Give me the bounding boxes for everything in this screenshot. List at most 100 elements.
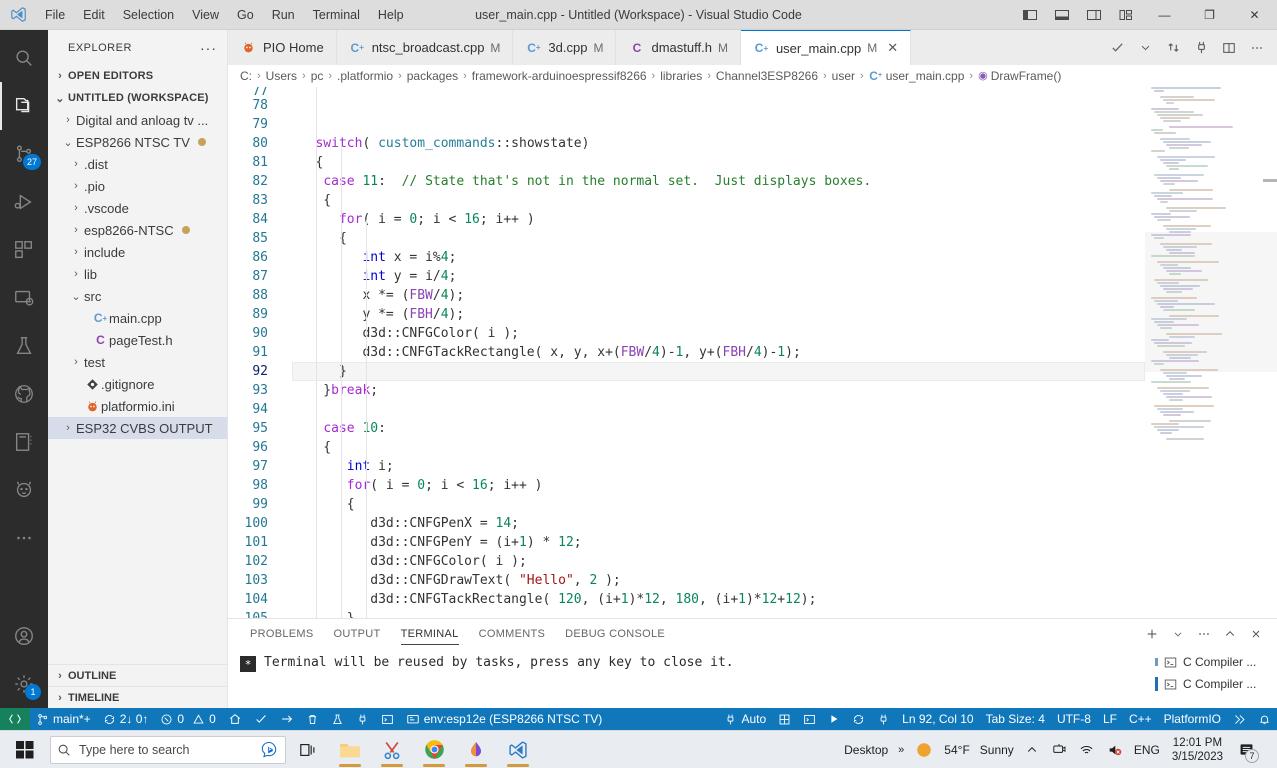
menu-file[interactable]: File	[36, 4, 74, 26]
start-icon[interactable]	[4, 731, 46, 768]
chevron-right-icon[interactable]: ›	[68, 268, 84, 280]
maximize-panel-icon[interactable]	[1217, 619, 1243, 649]
tree-item[interactable]: ›.pio	[48, 175, 227, 197]
menu-run[interactable]: Run	[263, 4, 304, 26]
explorer-icon[interactable]	[0, 82, 48, 130]
code-line[interactable]: d3d::CNFGTackRectangle( x, y, x+(FBW/4)-…	[292, 343, 1145, 362]
breadcrumb-item[interactable]: ◉DrawFrame()	[978, 69, 1061, 83]
status-pio-run[interactable]	[822, 708, 846, 730]
tree-item[interactable]: ›.dist	[48, 153, 227, 175]
accounts-icon[interactable]	[0, 612, 48, 660]
chevron-right-icon[interactable]: ›	[68, 158, 84, 170]
breadcrumb-item[interactable]: pc	[311, 69, 324, 83]
status-feedback[interactable]	[1227, 708, 1252, 730]
bing-icon[interactable]	[259, 740, 279, 760]
code-content[interactable]: switch( custom_commands::showstate) { ca…	[286, 87, 1145, 618]
code-line[interactable]: d3d::CNFGPenY = (i+1) * 12;	[292, 533, 1145, 552]
breadcrumb-item[interactable]: Channel3ESP8266	[716, 69, 818, 83]
panel-tab[interactable]: DEBUG CONSOLE	[555, 619, 675, 649]
menu-go[interactable]: Go	[228, 4, 263, 26]
github-icon[interactable]	[0, 370, 48, 418]
editor-tab[interactable]: Cdmastuff.hM	[616, 30, 740, 65]
upload-icon[interactable]	[1159, 30, 1187, 65]
code-line[interactable]: {	[292, 495, 1145, 514]
editor-tab[interactable]: C+ntsc_broadcast.cppM	[337, 30, 514, 65]
status-pio-terminal[interactable]	[797, 708, 822, 730]
section-open-editors[interactable]: › OPEN EDITORS	[48, 65, 227, 87]
status-branch[interactable]: main*+	[30, 708, 97, 730]
code-line[interactable]: }break;	[292, 381, 1145, 400]
chevron-right-icon[interactable]: ›	[60, 114, 76, 126]
wifi-icon[interactable]	[1074, 731, 1100, 768]
code-line[interactable]: int x = i%4;	[292, 248, 1145, 267]
code-line[interactable]: for( i = 0; i < 16; i++ )	[292, 476, 1145, 495]
breadcrumb-item[interactable]: framework-arduinoespressif8266	[472, 69, 647, 83]
terminal-list-item[interactable]: C Compiler ...	[1149, 651, 1277, 673]
panel-tab[interactable]: PROBLEMS	[240, 619, 324, 649]
status-eol[interactable]: LF	[1097, 708, 1123, 730]
status-pio-project-env[interactable]: env:esp12e (ESP8266 NTSC TV)	[400, 708, 609, 730]
breadcrumb-item[interactable]: Users	[266, 69, 297, 83]
source-control-icon[interactable]: 27	[0, 130, 48, 178]
toggle-secondary-sidebar-icon[interactable]	[1078, 0, 1110, 30]
manage-settings-icon[interactable]: 1	[0, 660, 48, 708]
weather-condition[interactable]: Sunny	[976, 743, 1018, 757]
code-line[interactable]: int i;	[292, 457, 1145, 476]
tree-item[interactable]: ›Digital and anloag tv ...	[48, 109, 227, 131]
section-timeline[interactable]: › TIMELINE	[48, 686, 227, 708]
code-line[interactable]: int y = i/4;	[292, 267, 1145, 286]
extensions-icon[interactable]	[0, 226, 48, 274]
serial-monitor-icon[interactable]	[1187, 30, 1215, 65]
show-hidden-icons-icon[interactable]	[1020, 731, 1044, 768]
tree-item[interactable]: ›ESP32 CVBS OUTPUT	[48, 417, 227, 439]
paint-icon[interactable]	[456, 731, 496, 768]
status-editor-position[interactable]: Ln 92, Col 10	[896, 708, 979, 730]
chevron-right-icon[interactable]: ›	[68, 356, 84, 368]
input-language[interactable]: ENG	[1130, 743, 1164, 757]
status-pio-home[interactable]	[222, 708, 248, 730]
code-line[interactable]: d3d::CNFGTackRectangle( 120, (i+1)*12, 1…	[292, 590, 1145, 609]
code-line[interactable]: {	[292, 153, 1145, 172]
maximize-button[interactable]: ❐	[1187, 0, 1232, 30]
chevron-right-icon[interactable]: ›	[68, 202, 84, 214]
breadcrumb-item[interactable]: user	[832, 69, 855, 83]
tree-item[interactable]: C+main.cpp	[48, 307, 227, 329]
status-platformio[interactable]: PlatformIO	[1158, 708, 1227, 730]
breadcrumb-item[interactable]: .platformio	[337, 69, 393, 83]
panel-more-actions-icon[interactable]	[1191, 619, 1217, 649]
breadcrumb-item[interactable]: libraries	[660, 69, 702, 83]
code-line[interactable]: switch( custom_commands::showstate)	[292, 134, 1145, 153]
status-pio-serial-monitor[interactable]	[350, 708, 375, 730]
menu-edit[interactable]: Edit	[74, 4, 114, 26]
status-language-mode[interactable]: C++	[1123, 708, 1158, 730]
section-outline[interactable]: › OUTLINE	[48, 664, 227, 686]
code-line[interactable]: y *= (FBH/4);	[292, 305, 1145, 324]
status-pio-serial-port[interactable]: Auto	[718, 708, 772, 730]
terminal-output[interactable]: * Terminal will be reused by tasks, pres…	[228, 649, 1149, 708]
run-and-debug-icon[interactable]	[0, 178, 48, 226]
tree-item[interactable]: ⌄ESP8266 NTSC TV	[48, 131, 227, 153]
panel-tab[interactable]: OUTPUT	[324, 619, 391, 649]
desktop-label[interactable]: Desktop	[840, 743, 892, 757]
snipping-tool-icon[interactable]	[372, 731, 412, 768]
code-line[interactable]	[292, 400, 1145, 419]
chevron-right-icon[interactable]: ›	[60, 422, 76, 434]
code-line[interactable]: {	[292, 229, 1145, 248]
panel-tab[interactable]: COMMENTS	[469, 619, 556, 649]
tree-item[interactable]: ›.vscode	[48, 197, 227, 219]
task-view-icon[interactable]	[288, 731, 328, 768]
code-line[interactable]	[292, 87, 1145, 96]
editor-tab[interactable]: C+3d.cppM	[513, 30, 616, 65]
chevron-down-icon[interactable]: ⌄	[68, 290, 84, 303]
status-pio-refresh[interactable]	[846, 708, 871, 730]
status-pio-boards[interactable]	[772, 708, 797, 730]
tree-item[interactable]: CpageTest.h	[48, 329, 227, 351]
chevron-down-icon[interactable]: ⌄	[60, 136, 76, 149]
code-line[interactable]: {	[292, 438, 1145, 457]
status-pio-plug[interactable]	[871, 708, 896, 730]
toggle-panel-icon[interactable]	[1046, 0, 1078, 30]
notifications-icon[interactable]: 7	[1231, 731, 1261, 768]
editor-tab[interactable]: PIO Home	[228, 30, 337, 65]
chevron-down-icon[interactable]	[1131, 30, 1159, 65]
code-line[interactable]	[292, 96, 1145, 115]
